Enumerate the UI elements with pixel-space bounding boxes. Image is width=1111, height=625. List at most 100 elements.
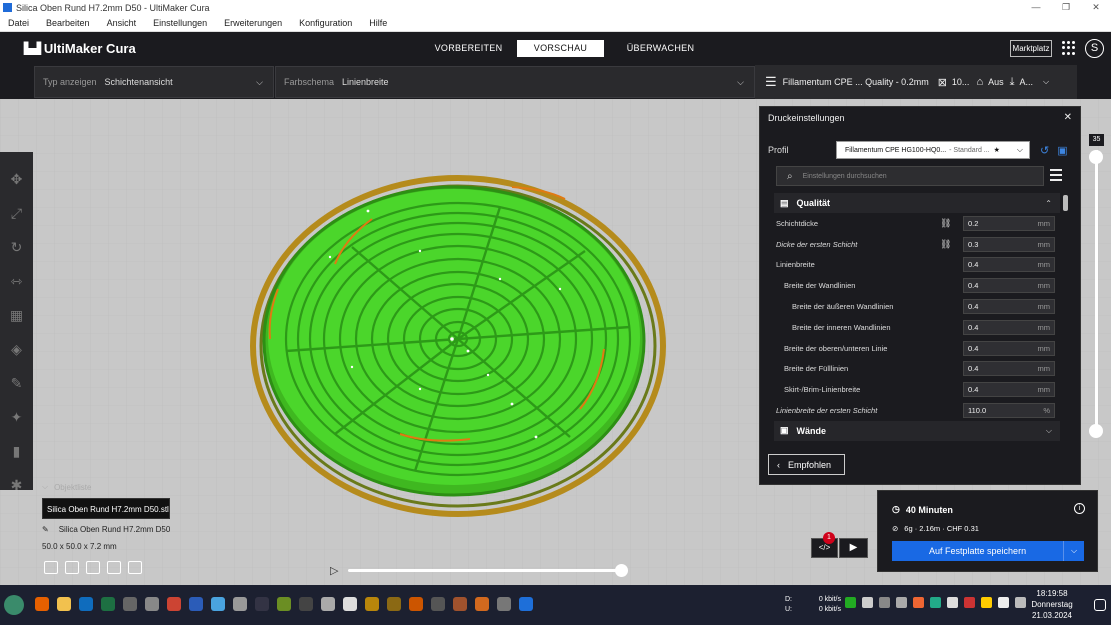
menu-ansicht[interactable]: Ansicht bbox=[107, 18, 137, 28]
menu-konfiguration[interactable]: Konfiguration bbox=[299, 18, 352, 28]
setting-value-input[interactable]: 0.4 mm bbox=[963, 361, 1055, 377]
setting-value-input[interactable]: 0.4 mm bbox=[963, 257, 1055, 273]
rotate-tool-icon[interactable]: ↻ bbox=[11, 230, 23, 264]
app-icon[interactable] bbox=[365, 597, 379, 611]
setting-value-input[interactable]: 0.2 mm bbox=[963, 215, 1055, 231]
layer-slider-upper-handle[interactable] bbox=[1089, 150, 1103, 164]
app-icon[interactable] bbox=[475, 597, 489, 611]
scale-tool-icon[interactable]: ⤢ bbox=[11, 196, 22, 230]
reset-icon[interactable]: ↺ bbox=[1040, 144, 1049, 157]
tray-icon[interactable] bbox=[981, 597, 992, 608]
object-list-header[interactable]: ⌵ Objektliste bbox=[42, 482, 170, 492]
paint-tool-icon[interactable]: ✦ bbox=[11, 400, 23, 434]
volume-icon[interactable] bbox=[1015, 597, 1026, 608]
settings-scrollbar[interactable] bbox=[1063, 195, 1068, 211]
tab-vorschau[interactable]: VORSCHAU bbox=[517, 40, 604, 57]
app-icon[interactable] bbox=[189, 597, 203, 611]
app-icon[interactable] bbox=[255, 597, 269, 611]
tray-icon[interactable] bbox=[947, 597, 958, 608]
tray-icon[interactable] bbox=[998, 597, 1009, 608]
section-walls[interactable]: ▣ Wände ⌵ bbox=[774, 420, 1060, 441]
taskbar-clock[interactable]: 18:19:58 Donnerstag 21.03.2024 bbox=[1030, 588, 1074, 621]
move-tool-icon[interactable]: ✥ bbox=[11, 162, 23, 196]
mirror-tool-icon[interactable]: ⇿ bbox=[11, 264, 23, 298]
view-right-icon[interactable] bbox=[128, 561, 142, 574]
excel-icon[interactable] bbox=[101, 597, 115, 611]
maximize-button[interactable]: ❐ bbox=[1051, 0, 1081, 15]
setting-value-input[interactable]: 0.4 mm bbox=[963, 299, 1055, 315]
info-icon[interactable]: i bbox=[1074, 503, 1085, 514]
setting-value-input[interactable]: 0.4 mm bbox=[963, 340, 1055, 356]
object-list-item[interactable]: Silica Oben Rund H7.2mm D50.stl bbox=[42, 498, 170, 519]
pencil-icon[interactable]: ✎ bbox=[42, 525, 49, 534]
layer-slider-lower-handle[interactable] bbox=[1089, 424, 1103, 438]
setting-value-input[interactable]: 0.4 mm bbox=[963, 319, 1055, 335]
view-type-select[interactable]: Typ anzeigen Schichtenansicht ⌵ bbox=[34, 66, 274, 98]
per-model-settings-icon[interactable]: ▦ bbox=[10, 298, 23, 332]
chevron-down-icon[interactable]: ⌵ bbox=[1064, 546, 1084, 556]
app-icon[interactable] bbox=[387, 597, 401, 611]
measure-tool-icon[interactable]: ✎ bbox=[11, 366, 23, 400]
tray-icon[interactable] bbox=[879, 597, 890, 608]
tray-icon[interactable] bbox=[845, 597, 856, 608]
support-blocker-icon[interactable]: ◈ bbox=[11, 332, 22, 366]
close-icon[interactable]: ✕ bbox=[1064, 112, 1072, 123]
app-icon[interactable] bbox=[343, 597, 357, 611]
print-setup-summary[interactable]: ☰ Fillamentum CPE ... Quality - 0.2mm ⊠ … bbox=[755, 65, 1077, 99]
tab-vorbereiten[interactable]: VORBEREITEN bbox=[425, 40, 512, 57]
section-quality[interactable]: ▤ Qualität ⌃ bbox=[774, 193, 1060, 213]
app-icon[interactable] bbox=[233, 597, 247, 611]
tray-icon[interactable] bbox=[964, 597, 975, 608]
current-layer-badge[interactable]: 35 bbox=[1089, 134, 1104, 146]
recommended-button[interactable]: ‹ Empfohlen bbox=[768, 454, 845, 475]
layer-slider[interactable] bbox=[1089, 150, 1103, 438]
tray-icon[interactable] bbox=[913, 597, 924, 608]
view-3d-icon[interactable] bbox=[44, 561, 58, 574]
menu-hilfe[interactable]: Hilfe bbox=[369, 18, 387, 28]
start-button[interactable] bbox=[4, 595, 24, 615]
color-scheme-select[interactable]: Farbschema Linienbreite ⌵ bbox=[275, 66, 755, 98]
app-icon[interactable] bbox=[167, 597, 181, 611]
menu-einstellungen[interactable]: Einstellungen bbox=[153, 18, 207, 28]
view-top-icon[interactable] bbox=[86, 561, 100, 574]
app-icon[interactable] bbox=[299, 597, 313, 611]
setting-value-input[interactable]: 0.3 mm bbox=[963, 236, 1055, 252]
setting-value-input[interactable]: 0.4 mm bbox=[963, 278, 1055, 294]
minimize-button[interactable]: — bbox=[1021, 0, 1051, 15]
mesh-tools-icon[interactable]: ✱ bbox=[11, 468, 23, 502]
save-profile-icon[interactable]: ▣ bbox=[1057, 144, 1067, 157]
app-icon[interactable] bbox=[409, 597, 423, 611]
close-window-button[interactable]: ✕ bbox=[1081, 0, 1111, 15]
path-slider-track[interactable] bbox=[348, 564, 629, 577]
outlook-icon[interactable] bbox=[79, 597, 93, 611]
cura-taskbar-icon[interactable] bbox=[519, 597, 533, 611]
app-icon[interactable] bbox=[123, 597, 137, 611]
apps-grid-icon[interactable] bbox=[1062, 41, 1076, 55]
tray-icon[interactable] bbox=[930, 597, 941, 608]
settings-search-input[interactable]: ⌕ Einstellungen durchsuchen bbox=[776, 166, 1044, 186]
tray-icon[interactable] bbox=[862, 597, 873, 608]
marketplace-button[interactable]: Marktplatz bbox=[1010, 40, 1052, 57]
app-icon[interactable] bbox=[211, 597, 225, 611]
account-avatar[interactable]: S bbox=[1085, 39, 1104, 58]
app-icon[interactable] bbox=[431, 597, 445, 611]
view-left-icon[interactable] bbox=[107, 561, 121, 574]
link-icon[interactable]: ⛓ bbox=[940, 218, 951, 229]
app-icon[interactable] bbox=[145, 597, 159, 611]
app-icon[interactable] bbox=[277, 597, 291, 611]
menu-bearbeiten[interactable]: Bearbeiten bbox=[46, 18, 90, 28]
settings-menu-icon[interactable] bbox=[1050, 169, 1062, 181]
tab-ueberwachen[interactable]: ÜBERWACHEN bbox=[617, 40, 704, 57]
app-icon[interactable] bbox=[497, 597, 511, 611]
play-button[interactable]: ▶ bbox=[839, 538, 868, 558]
setting-value-input[interactable]: 110.0% bbox=[963, 403, 1055, 419]
menu-erweiterungen[interactable]: Erweiterungen bbox=[224, 18, 282, 28]
tray-icon[interactable] bbox=[896, 597, 907, 608]
app-icon[interactable] bbox=[321, 597, 335, 611]
cylinder-tool-icon[interactable]: ▮ bbox=[13, 434, 21, 468]
link-icon[interactable]: ⛓ bbox=[940, 239, 951, 250]
app-icon[interactable] bbox=[453, 597, 467, 611]
view-front-icon[interactable] bbox=[65, 561, 79, 574]
notification-center-icon[interactable] bbox=[1094, 599, 1106, 611]
play-simulation-icon[interactable]: ▷ bbox=[330, 564, 338, 577]
